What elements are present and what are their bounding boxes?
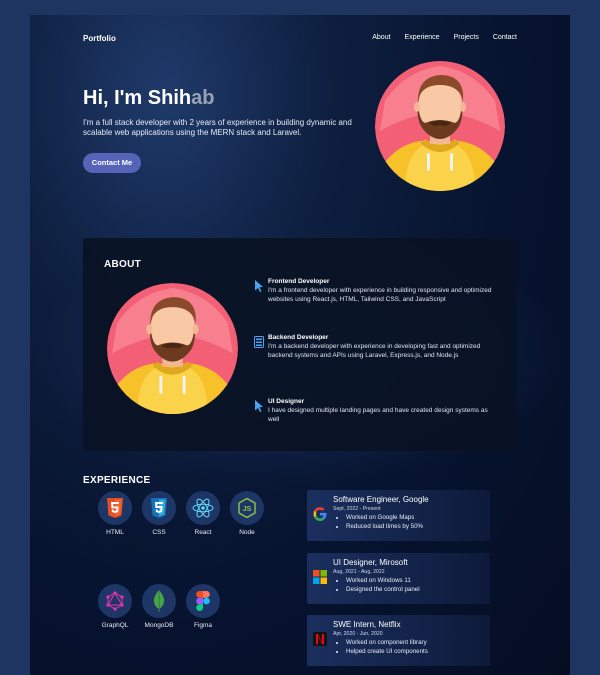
about-item-text: I have designed multiple landing pages a… bbox=[268, 407, 488, 423]
about-section: ABOUT Frontend Developer I'm a frontend … bbox=[83, 238, 517, 451]
about-item-title: UI Designer bbox=[268, 398, 305, 405]
mongodb-leaf-icon bbox=[153, 590, 165, 612]
cursor-icon bbox=[255, 280, 263, 292]
graphql-icon bbox=[106, 591, 124, 611]
nodejs-icon: JS bbox=[238, 498, 256, 518]
skill-circle bbox=[186, 584, 220, 618]
skill-html: HTML bbox=[95, 491, 135, 536]
portfolio-page: Portfolio About Experience Projects Cont… bbox=[30, 15, 570, 675]
cursor-icon bbox=[255, 400, 263, 412]
skill-circle: JS bbox=[230, 491, 264, 525]
job-points: Worked on Google Maps Reduced load times… bbox=[346, 513, 423, 531]
skill-css: CSS bbox=[139, 491, 179, 536]
react-icon bbox=[192, 498, 214, 518]
figma-icon bbox=[196, 591, 210, 611]
job-points: Worked on Windows 11 Designed the contro… bbox=[346, 576, 420, 594]
netflix-logo-icon bbox=[313, 632, 327, 646]
nav-link-contact[interactable]: Contact bbox=[493, 34, 517, 41]
site-logo[interactable]: Portfolio bbox=[83, 34, 116, 43]
about-item-title: Backend Developer bbox=[268, 334, 329, 341]
job-dates: Aug, 2021 - Aug, 2022 bbox=[333, 569, 385, 575]
skill-mongodb: MongoDB bbox=[139, 584, 179, 629]
job-title: UI Designer, Mirosoft bbox=[333, 558, 408, 567]
skill-label: React bbox=[194, 529, 212, 536]
nav-link-projects[interactable]: Projects bbox=[454, 34, 479, 41]
skill-label: MongoDB bbox=[144, 622, 174, 629]
hero-avatar bbox=[375, 61, 505, 191]
job-title: Software Engineer, Google bbox=[333, 495, 429, 504]
nav-link-about[interactable]: About bbox=[372, 34, 390, 41]
google-logo-icon bbox=[313, 507, 327, 521]
job-title: SWE Intern, Netflix bbox=[333, 620, 401, 629]
nav-links: About Experience Projects Contact bbox=[372, 34, 517, 41]
nav-link-experience[interactable]: Experience bbox=[405, 34, 440, 41]
skill-label: CSS bbox=[152, 529, 166, 536]
skill-react: React bbox=[183, 491, 223, 536]
skill-label: HTML bbox=[106, 529, 124, 536]
job-card: SWE Intern, Netflix Apr, 2020 - Jun, 202… bbox=[307, 615, 490, 666]
skill-circle bbox=[186, 491, 220, 525]
about-title: ABOUT bbox=[104, 259, 142, 270]
job-dates: Sept, 2022 - Present bbox=[333, 506, 381, 512]
skill-circle bbox=[98, 491, 132, 525]
svg-text:JS: JS bbox=[243, 506, 252, 513]
job-point: Worked on Windows 11 bbox=[346, 576, 420, 585]
job-dates: Apr, 2020 - Jun, 2020 bbox=[333, 631, 383, 637]
hero-title-main: Hi, I'm Shih bbox=[83, 87, 192, 109]
skill-label: GraphQL bbox=[101, 622, 129, 629]
job-point: Helped create UI components bbox=[346, 647, 428, 656]
job-point: Worked on Google Maps bbox=[346, 513, 423, 522]
hero-title: Hi, I'm Shihab bbox=[83, 87, 214, 110]
server-icon bbox=[254, 336, 264, 348]
microsoft-logo-icon bbox=[313, 570, 327, 584]
job-point: Worked on component library bbox=[346, 638, 428, 647]
skill-node: JS Node bbox=[227, 491, 267, 536]
skill-label: Node bbox=[239, 529, 255, 536]
about-item-title: Frontend Developer bbox=[268, 278, 330, 285]
skill-label: Figma bbox=[193, 622, 213, 629]
job-points: Worked on component library Helped creat… bbox=[346, 638, 428, 656]
skill-figma: Figma bbox=[183, 584, 223, 629]
job-card: UI Designer, Mirosoft Aug, 2021 - Aug, 2… bbox=[307, 553, 490, 604]
skill-circle bbox=[98, 584, 132, 618]
experience-title: EXPERIENCE bbox=[83, 475, 151, 486]
hero-title-faded: ab bbox=[191, 87, 215, 109]
job-point: Designed the control panel bbox=[346, 585, 420, 594]
skill-graphql: GraphQL bbox=[95, 584, 135, 629]
about-item-text: I'm a backend developer with experience … bbox=[268, 343, 481, 359]
job-point: Reduced load times by 50% bbox=[346, 522, 423, 531]
about-item-text: I'm a frontend developer with experience… bbox=[268, 287, 492, 303]
job-card: Software Engineer, Google Sept, 2022 - P… bbox=[307, 490, 490, 541]
top-nav: Portfolio About Experience Projects Cont… bbox=[83, 34, 517, 46]
html5-icon bbox=[107, 498, 123, 518]
css3-icon bbox=[151, 498, 167, 518]
skill-circle bbox=[142, 491, 176, 525]
skill-circle bbox=[142, 584, 176, 618]
about-avatar bbox=[107, 283, 238, 414]
hero-description: I'm a full stack developer with 2 years … bbox=[83, 118, 352, 137]
contact-me-button[interactable]: Contact Me bbox=[83, 153, 141, 173]
